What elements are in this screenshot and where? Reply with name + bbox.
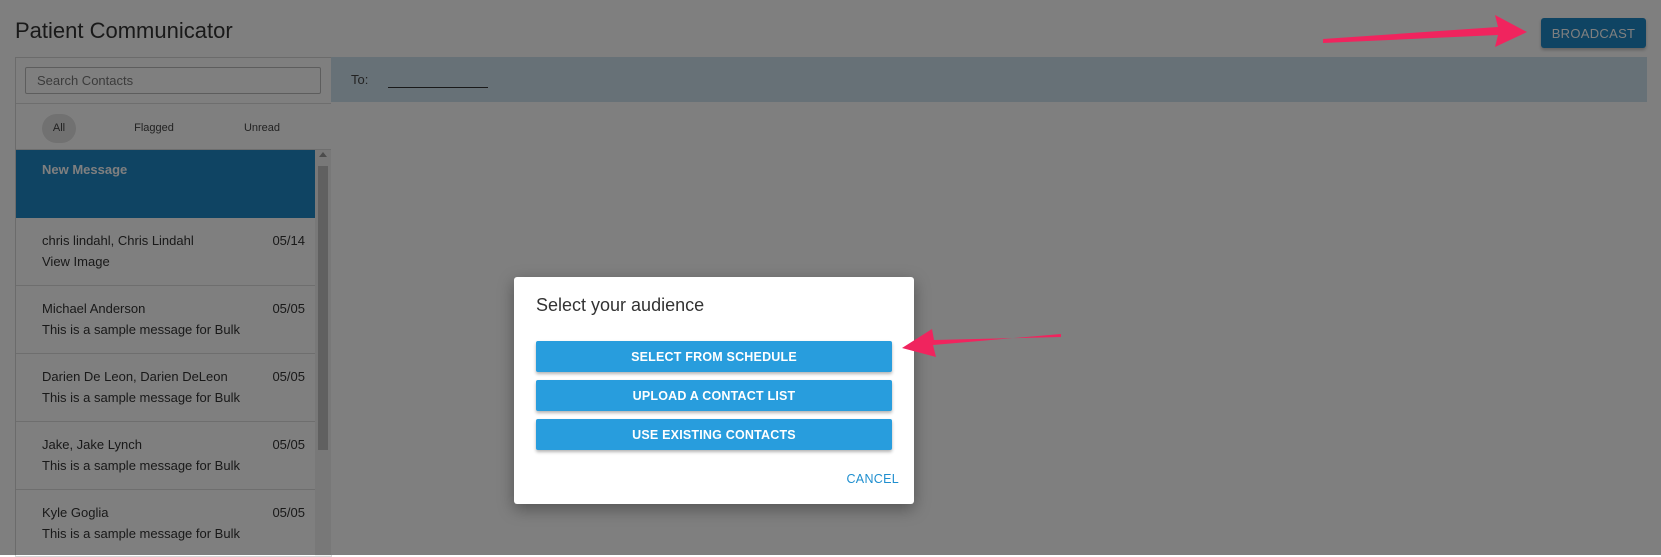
- select-from-schedule-button[interactable]: SELECT FROM SCHEDULE: [536, 341, 892, 372]
- audience-dialog: Select your audience SELECT FROM SCHEDUL…: [514, 277, 914, 504]
- dialog-title: Select your audience: [536, 295, 705, 315]
- use-existing-contacts-button[interactable]: USE EXISTING CONTACTS: [536, 419, 892, 450]
- cancel-button[interactable]: CANCEL: [846, 472, 899, 486]
- upload-contact-list-button[interactable]: UPLOAD A CONTACT LIST: [536, 380, 892, 411]
